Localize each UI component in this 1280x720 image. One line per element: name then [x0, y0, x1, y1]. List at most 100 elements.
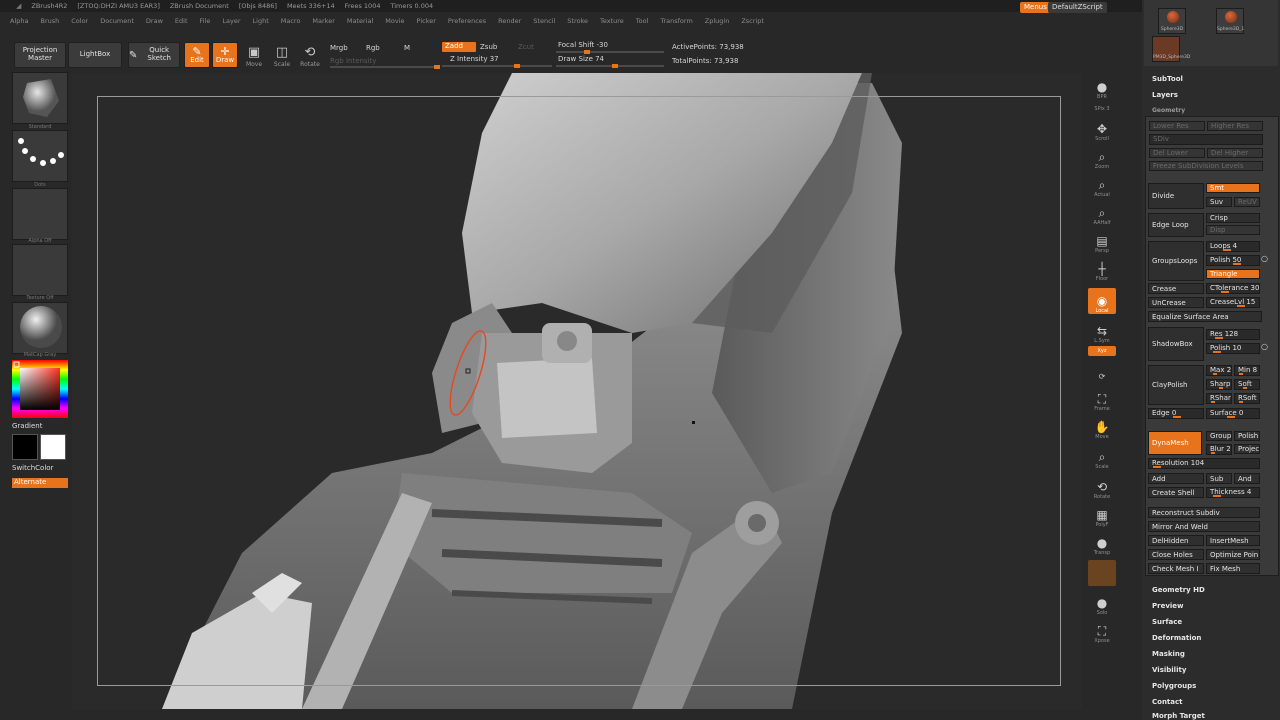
move-view-button[interactable]: ✋ Move: [1088, 414, 1116, 440]
local-button[interactable]: ◉ Local: [1088, 288, 1116, 314]
zoom-button[interactable]: ⌕ Zoom: [1088, 144, 1116, 170]
material-thumbnail[interactable]: [12, 302, 68, 354]
solo-button[interactable]: ● Solo: [1088, 590, 1116, 616]
persp-button[interactable]: ▤ Persp: [1088, 228, 1116, 254]
surface-header[interactable]: Surface: [1152, 618, 1182, 626]
triangle-toggle[interactable]: Triangle: [1206, 269, 1260, 279]
focal-shift-slider[interactable]: Focal Shift -30: [558, 41, 608, 49]
m-toggle[interactable]: M: [404, 44, 410, 52]
brush-thumbnail[interactable]: [12, 72, 68, 124]
rsharp-slider[interactable]: RSharp: [1206, 393, 1232, 404]
check-mesh-button[interactable]: Check Mesh I: [1148, 563, 1204, 574]
rotate-view-button[interactable]: ⟲ Rotate: [1088, 474, 1116, 500]
menu-tool[interactable]: Tool: [636, 17, 649, 25]
spix-slider[interactable]: SPix 3: [1088, 100, 1116, 112]
transp-button[interactable]: ● Transp: [1088, 530, 1116, 556]
gradient-toggle[interactable]: Gradient: [12, 422, 42, 430]
visibility-header[interactable]: Visibility: [1152, 666, 1186, 674]
crisp-toggle[interactable]: Crisp: [1206, 213, 1260, 223]
draw-size-track[interactable]: [556, 64, 664, 68]
scale-view-button[interactable]: ⌕ Scale: [1088, 444, 1116, 470]
quick-sketch-button[interactable]: ✎ Quick Sketch: [128, 42, 180, 68]
texture-thumbnail[interactable]: [12, 244, 68, 296]
menu-stroke[interactable]: Stroke: [567, 17, 588, 25]
sdiv-slider[interactable]: SDiv: [1149, 134, 1263, 145]
move-button[interactable]: ▣ Move: [242, 42, 266, 68]
menu-texture[interactable]: Texture: [600, 17, 624, 25]
menu-material[interactable]: Material: [347, 17, 373, 25]
delhidden-button[interactable]: DelHidden: [1148, 535, 1204, 546]
xyz-button[interactable]: Xyz: [1088, 346, 1116, 356]
lsym-button[interactable]: ⇆ L.Sym: [1088, 318, 1116, 344]
ghost-button[interactable]: [1088, 560, 1116, 586]
create-shell-button[interactable]: Create Shell: [1148, 487, 1204, 498]
subtool-header[interactable]: SubTool: [1152, 75, 1183, 83]
draw-size-slider[interactable]: Draw Size 74: [558, 55, 604, 63]
menu-edit[interactable]: Edit: [175, 17, 188, 25]
focal-shift-track[interactable]: [556, 50, 664, 54]
tool-thumb-pm3d-sphere3d[interactable]: PM3D_Sphere3D: [1152, 36, 1190, 62]
disp-toggle[interactable]: Disp: [1206, 225, 1260, 235]
menu-document[interactable]: Document: [100, 17, 134, 25]
res-slider[interactable]: Res 128: [1206, 329, 1260, 340]
max-slider[interactable]: Max 25: [1206, 365, 1232, 376]
blur-slider[interactable]: Blur 2: [1206, 444, 1232, 455]
rgb-toggle[interactable]: Rgb: [366, 44, 380, 52]
lower-res-button[interactable]: Lower Res: [1149, 121, 1205, 131]
alpha-thumbnail[interactable]: [12, 188, 68, 240]
secondary-color-swatch[interactable]: [40, 434, 66, 460]
contact-header[interactable]: Contact: [1152, 698, 1183, 706]
menu-transform[interactable]: Transform: [660, 17, 692, 25]
deformation-header[interactable]: Deformation: [1152, 634, 1201, 642]
morph-target-header[interactable]: Morph Target: [1152, 712, 1205, 720]
polyf-button[interactable]: ▦ PolyF: [1088, 502, 1116, 528]
optimize-points-button[interactable]: Optimize Poin: [1206, 549, 1260, 560]
zadd-toggle[interactable]: Zadd: [442, 42, 476, 52]
suv-toggle[interactable]: Suv: [1206, 197, 1232, 207]
layers-header[interactable]: Layers: [1152, 91, 1178, 99]
crease-button[interactable]: Crease: [1148, 283, 1204, 294]
z-intensity-track[interactable]: [442, 64, 552, 68]
and-button[interactable]: And: [1234, 473, 1260, 484]
menu-picker[interactable]: Picker: [417, 17, 436, 25]
masking-header[interactable]: Masking: [1152, 650, 1185, 658]
polygroups-header[interactable]: Polygroups: [1152, 682, 1196, 690]
reconstruct-subdiv-button[interactable]: Reconstruct Subdiv: [1148, 507, 1260, 518]
frame-button[interactable]: ⛶ Frame: [1088, 386, 1116, 412]
menus-button[interactable]: Menus: [1020, 2, 1051, 13]
menu-draw[interactable]: Draw: [146, 17, 163, 25]
soft-slider[interactable]: Soft: [1234, 379, 1260, 390]
rsoft-slider[interactable]: RSoft: [1234, 393, 1260, 404]
tool-thumb-sphere3d[interactable]: Sphere3D: [1158, 8, 1186, 34]
ctolerance-slider[interactable]: CTolerance 30: [1206, 283, 1260, 294]
menu-macro[interactable]: Macro: [281, 17, 301, 25]
menu-movie[interactable]: Movie: [385, 17, 404, 25]
claypolish-button[interactable]: ClayPolish: [1148, 365, 1204, 405]
sub-button[interactable]: Sub: [1206, 473, 1232, 484]
menu-stencil[interactable]: Stencil: [533, 17, 555, 25]
resolution-slider[interactable]: Resolution 104: [1148, 458, 1260, 469]
groups-loops-button[interactable]: GroupsLoops: [1148, 241, 1204, 281]
scroll-button[interactable]: ✥ Scroll: [1088, 116, 1116, 142]
aahalf-button[interactable]: ⌕ AAHalf: [1088, 200, 1116, 226]
edit-button[interactable]: ✎ Edit: [184, 42, 210, 68]
rgb-intensity-slider[interactable]: Rgb Intensity: [330, 57, 376, 65]
mirror-and-weld-button[interactable]: Mirror And Weld: [1148, 521, 1260, 532]
reuv-toggle[interactable]: ReUV: [1234, 197, 1260, 207]
main-color-swatch[interactable]: [12, 434, 38, 460]
rotation-axis-icons[interactable]: ⟳: [1088, 360, 1116, 382]
menu-layer[interactable]: Layer: [222, 17, 240, 25]
z-intensity-slider[interactable]: Z Intensity 37: [450, 55, 499, 63]
creaselvl-slider[interactable]: CreaseLvl 15: [1206, 297, 1260, 308]
alternate-button[interactable]: Alternate: [12, 478, 68, 488]
divide-button[interactable]: Divide: [1148, 183, 1204, 209]
switch-color-button[interactable]: SwitchColor: [12, 464, 53, 472]
floor-button[interactable]: ┼ Floor: [1088, 256, 1116, 282]
fix-mesh-button[interactable]: Fix Mesh: [1206, 563, 1260, 574]
menu-zplugin[interactable]: Zplugin: [705, 17, 730, 25]
insertmesh-button[interactable]: InsertMesh: [1206, 535, 1260, 546]
actual-button[interactable]: ⌕ Actual: [1088, 172, 1116, 198]
polish2-slider[interactable]: Polish 10: [1206, 343, 1260, 354]
close-holes-button[interactable]: Close Holes: [1148, 549, 1204, 560]
freeze-subdivision-button[interactable]: Freeze SubDivision Levels: [1149, 161, 1263, 171]
